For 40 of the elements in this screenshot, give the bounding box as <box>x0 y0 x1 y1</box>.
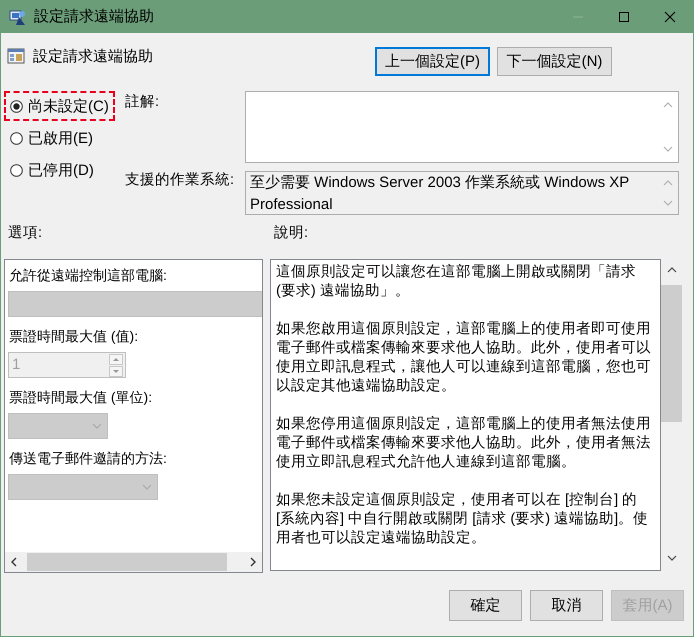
radio-option[interactable]: 已啟用(E) <box>10 128 93 148</box>
scroll-left-icon[interactable] <box>10 557 18 567</box>
spin-down-icon[interactable] <box>109 366 123 376</box>
policy-title: 設定請求遠端協助 <box>33 46 153 66</box>
option-label: 傳送電子郵件邀請的方法: <box>9 449 167 468</box>
help-paragraph: 如果您啟用這個原則設定，這部電腦上的使用者即可使用電子郵件或檔案傳輸來要求他人協助。此外，使用者可以使用立即訊息程式，讓他人可以連線到這部電腦，您也可以設定其他遠端協助設定。 <box>276 320 652 396</box>
radio-option[interactable]: 尚未設定(C) <box>10 96 109 116</box>
option-label: 票證時間最大值 (單位): <box>9 388 152 407</box>
nav-button[interactable]: 下一個設定(N) <box>497 47 612 76</box>
help-paragraph: 如果您停用這個原則設定，這部電腦上的使用者無法使用電子郵件或檔案傳輸來要求他人協助。此外，使用者無法使用立即訊息程式允許他人連線到這部電腦。 <box>276 415 652 472</box>
supported-label: 支援的作業系統: <box>125 171 236 189</box>
dialog-button[interactable]: 取消 <box>530 590 603 621</box>
app-icon <box>9 8 27 26</box>
chevron-down-icon <box>141 482 153 492</box>
help-paragraph: 這個原則設定可以讓您在這部電腦上開啟或關閉「請求 (要求) 遠端協助」。 <box>276 263 637 301</box>
nav-button[interactable]: 上一個設定(P) <box>375 47 490 76</box>
scroll-thumb[interactable] <box>661 285 682 422</box>
scroll-down-icon[interactable] <box>666 553 678 563</box>
dropdown[interactable] <box>8 474 158 500</box>
dialog-button[interactable]: 確定 <box>449 590 522 621</box>
close-icon[interactable] <box>664 10 676 22</box>
dropdown[interactable] <box>8 413 108 439</box>
option-label: 允許從遠端控制這部電腦: <box>9 266 167 285</box>
help-paragraph: 如果您未設定這個原則設定，使用者可以在 [控制台] 的 [系統內容] 中自行開啟或關閉 [請求 (要求) 遠端協助]。使用者也可以設定遠端協助設定。 <box>276 491 650 548</box>
help-label: 說明: <box>274 224 308 242</box>
spin-up-icon[interactable] <box>109 354 123 364</box>
window-title: 設定請求遠端協助 <box>34 7 155 26</box>
radio-option[interactable]: 已停用(D) <box>10 160 94 180</box>
scroll-right-icon[interactable] <box>249 557 257 567</box>
chevron-down-icon <box>91 421 103 431</box>
comment-label: 註解: <box>125 92 160 112</box>
policy-icon <box>7 47 25 65</box>
scroll-thumb[interactable] <box>27 553 227 571</box>
scroll-up-icon[interactable] <box>666 265 678 275</box>
dropdown[interactable] <box>8 291 262 317</box>
options-label: 選項: <box>8 224 44 242</box>
option-label: 票證時間最大值 (值): <box>9 327 138 346</box>
supported-field: 至少需要 Windows Server 2003 作業系統或 Windows XP Professional <box>245 171 679 215</box>
maximize-icon[interactable] <box>618 10 630 22</box>
horizontal-scrollbar[interactable] <box>5 552 262 572</box>
